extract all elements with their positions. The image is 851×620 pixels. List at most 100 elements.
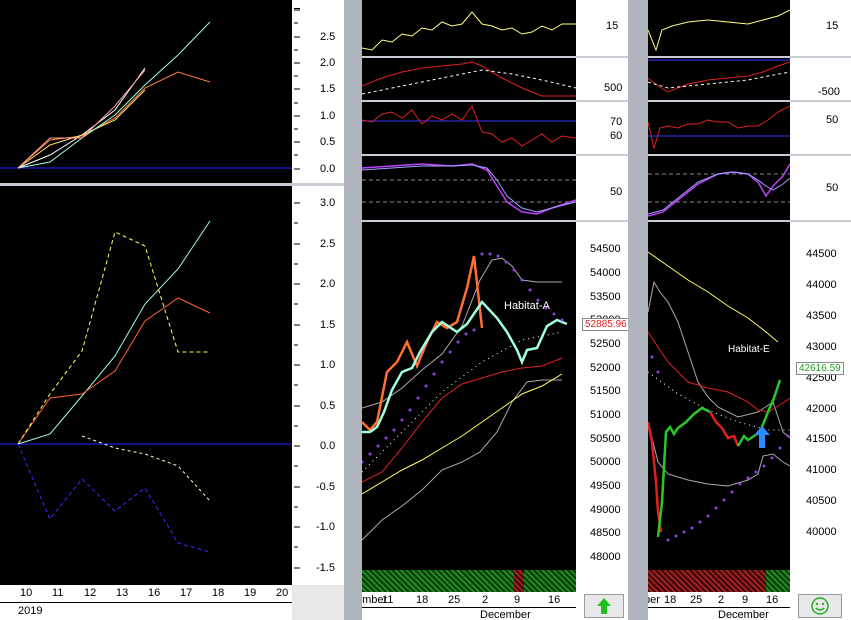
price-red-2 — [708, 411, 740, 447]
left-top-series-pink — [17, 69, 146, 169]
y-tick: 50000 — [590, 456, 621, 468]
x-tick: 11 — [52, 587, 64, 599]
y-tick: 41000 — [806, 464, 837, 476]
price-orange — [362, 255, 484, 432]
middle-indicator-1-axis: 15 — [576, 0, 628, 56]
panel-separator[interactable] — [344, 0, 362, 620]
x-tick: 11 — [382, 594, 394, 606]
y-tick: 40000 — [806, 526, 837, 538]
ma-yellow — [648, 251, 779, 343]
x-tick: 18 — [416, 594, 429, 606]
x-tick: 25 — [690, 594, 703, 606]
chart-label: Habitat-E — [728, 344, 770, 355]
y-tick: 50 — [826, 114, 839, 126]
x-tick: 9 — [742, 594, 749, 606]
x-tick: 17 — [180, 587, 193, 599]
middle-indicator-2-axis: 500 — [576, 58, 628, 100]
y-tick: 51500 — [590, 385, 621, 397]
up-arrow-button[interactable] — [584, 594, 624, 618]
y-tick: 41500 — [806, 433, 837, 445]
left-bottom-chart[interactable] — [0, 186, 292, 585]
left-series-blue-dashed — [17, 443, 211, 553]
right-x-axis: ber 18 25 2 9 16 December — [648, 592, 851, 620]
left-top-series-white — [17, 67, 146, 169]
left-bottom-axis: 3.0 2.5 2.0 1.5 1.0 0.5 0.0 -0.5 -1.0 -1… — [292, 186, 344, 585]
left-top-axis: 2.5 2.0 1.5 1.0 0.5 0.0 — [292, 0, 344, 183]
y-tick: 52500 — [590, 338, 621, 350]
ma-dotted-white — [648, 371, 790, 431]
right-indicator-4[interactable] — [648, 156, 790, 220]
left-top-chart[interactable] — [0, 0, 292, 183]
x-tick: 9 — [514, 594, 521, 606]
y-tick: 15 — [826, 20, 839, 32]
left-series-white-dashed — [81, 435, 211, 502]
x-tick: 19 — [244, 587, 257, 599]
middle-price-chart[interactable]: Habitat-A — [362, 222, 576, 570]
upper-band — [648, 280, 790, 439]
x-tick: 16 — [148, 587, 161, 599]
left-x-axis: 10 11 12 13 16 17 18 19 20 2019 — [0, 585, 292, 620]
y-tick: 50 — [610, 186, 623, 198]
middle-indicator-4[interactable] — [362, 156, 576, 220]
y-tick: 40500 — [806, 495, 837, 507]
right-indicator-2-axis: -500 — [790, 58, 851, 100]
y-tick: 15 — [606, 20, 619, 32]
left-series-cyan — [17, 220, 211, 445]
smiley-button[interactable] — [798, 594, 842, 618]
price-red — [648, 421, 663, 533]
y-tick: 51000 — [590, 409, 621, 421]
x-tick: 2 — [718, 594, 725, 606]
right-price-chart[interactable]: Habitat-E — [648, 222, 790, 570]
right-price-axis: 44500 44000 43500 43000 42500 42000 4150… — [790, 222, 851, 570]
left-top-series-yellow — [17, 89, 146, 169]
middle-volume-strip — [362, 570, 576, 592]
y-tick: 44500 — [806, 248, 837, 260]
y-tick: 60 — [610, 130, 623, 142]
left-series-orange — [17, 297, 211, 445]
y-tick: 42000 — [806, 403, 837, 415]
middle-indicator-4-axis: 50 — [576, 156, 628, 220]
y-tick: -500 — [818, 86, 841, 98]
year-label: 2019 — [18, 605, 43, 617]
middle-price-axis: 54500 54000 53500 53000 52500 52000 5150… — [576, 222, 628, 570]
panel-separator[interactable] — [628, 0, 648, 620]
middle-indicator-3-axis: 70 60 — [576, 102, 628, 154]
month-label: December — [480, 609, 531, 620]
y-tick: 48500 — [590, 527, 621, 539]
chart-label: Habitat-A — [504, 300, 550, 312]
middle-indicator-2[interactable] — [362, 58, 576, 100]
ma-red — [362, 357, 563, 483]
middle-x-axis: ember 11 18 25 2 9 16 December — [362, 592, 628, 620]
y-tick: 54500 — [590, 243, 621, 255]
right-indicator-3-axis: 50 — [790, 102, 851, 154]
right-indicator-3[interactable] — [648, 102, 790, 154]
y-tick: 49500 — [590, 480, 621, 492]
y-tick: 43500 — [806, 310, 837, 322]
x-tick: 18 — [664, 594, 677, 606]
ma-dotted-white — [362, 331, 563, 473]
x-tick: 10 — [20, 587, 33, 599]
signal-up-arrow-icon — [754, 426, 770, 448]
middle-indicator-3[interactable] — [362, 102, 576, 154]
x-tick: 12 — [84, 587, 97, 599]
x-tick: 2 — [482, 594, 489, 606]
middle-indicator-1[interactable] — [362, 0, 576, 56]
right-indicator-1[interactable] — [648, 0, 790, 56]
y-tick: 43000 — [806, 341, 837, 353]
x-tick: 13 — [116, 587, 129, 599]
y-tick: 50 — [826, 182, 839, 194]
y-tick: 48000 — [590, 551, 621, 563]
last-price-label: 42616.59 — [796, 362, 844, 375]
y-tick: 49000 — [590, 504, 621, 516]
month-label: December — [718, 609, 769, 620]
x-tick: 20 — [276, 587, 289, 599]
smiley-icon — [811, 597, 829, 615]
x-tick: 16 — [766, 594, 779, 606]
y-tick: 70 — [610, 116, 623, 128]
x-tick: 16 — [548, 594, 561, 606]
up-arrow-icon — [597, 598, 611, 614]
left-top-series-cyan — [17, 21, 211, 169]
y-tick: 53500 — [590, 291, 621, 303]
y-tick: 50500 — [590, 433, 621, 445]
right-indicator-2[interactable] — [648, 58, 790, 100]
